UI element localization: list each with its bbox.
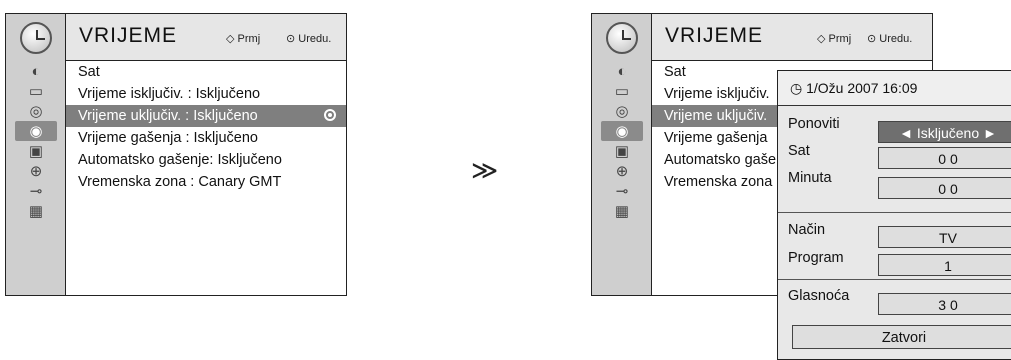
monitor-icon[interactable]: ▭ xyxy=(601,81,643,101)
right-header: VRIJEME ◇ Prmj ⊙ Uredu. xyxy=(652,14,932,61)
move-arrows-icon: ◇ xyxy=(226,33,235,45)
left-sidebar: ◐ ▭ ◎ ◉ ▣ ⊕ ⊸ ▦ xyxy=(6,14,66,295)
picture-icon[interactable]: ◐ xyxy=(601,61,643,81)
field-minute-label: Minuta xyxy=(788,170,832,186)
move-arrows-icon: ◇ xyxy=(817,33,826,45)
popup-datetime: ◷ 1/Ožu 2007 16:09 xyxy=(778,71,1011,106)
option-icon[interactable]: ▣ xyxy=(15,141,57,161)
field-hour: Sat 0 0 xyxy=(778,140,1011,169)
field-program: Program 1 xyxy=(778,247,1011,276)
left-menu-screen: ◐ ▭ ◎ ◉ ▣ ⊕ ⊸ ▦ VRIJEME ◇ Prmj ⊙ Uredu. … xyxy=(5,13,347,296)
menu-item-sat[interactable]: Sat xyxy=(66,61,346,83)
input-icon[interactable]: ⊸ xyxy=(15,181,57,201)
minute-input[interactable]: 0 0 xyxy=(878,177,1011,199)
ok-icon: ⊙ xyxy=(867,33,877,45)
field-hour-label: Sat xyxy=(788,143,810,159)
field-minute: Minuta 0 0 xyxy=(778,167,1011,199)
menu-item-sleep-time[interactable]: Vrijeme gašenja : Isključeno xyxy=(66,127,346,149)
left-header: VRIJEME ◇ Prmj ⊙ Uredu. xyxy=(66,14,346,61)
clock-header-icon xyxy=(592,14,651,61)
mode-input[interactable]: TV xyxy=(878,226,1011,248)
move-hint-label: Prmj xyxy=(828,33,852,45)
divider xyxy=(778,279,1011,280)
program-input[interactable]: 1 xyxy=(878,254,1011,276)
move-hint: ◇ Prmj xyxy=(817,32,851,45)
left-time-menu: Sat Vrijeme isključiv. : Isključeno Vrij… xyxy=(66,61,346,295)
page-title: VRIJEME xyxy=(665,24,764,47)
datetime-label: 1/Ožu 2007 16:09 xyxy=(806,80,918,96)
picture-icon[interactable]: ◐ xyxy=(15,61,57,81)
enter-icon xyxy=(324,109,336,121)
lock-icon[interactable]: ⊕ xyxy=(601,161,643,181)
time-icon[interactable]: ◉ xyxy=(15,121,57,141)
close-button[interactable]: Zatvori xyxy=(792,325,1011,349)
volume-input[interactable]: 3 0 xyxy=(878,293,1011,315)
menu-item-on-time[interactable]: Vrijeme uključiv. : Isključeno xyxy=(66,105,346,127)
ok-hint-label: Uredu. xyxy=(298,33,332,45)
move-hint: ◇ Prmj xyxy=(226,32,260,45)
audio-icon[interactable]: ◎ xyxy=(601,101,643,121)
field-volume: Glasnoća 3 0 xyxy=(778,285,1011,315)
usb-icon[interactable]: ▦ xyxy=(601,201,643,221)
clock-icon: ◷ xyxy=(790,80,803,96)
clock-header-icon xyxy=(6,14,65,61)
right-sidebar: ◐ ▭ ◎ ◉ ▣ ⊕ ⊸ ▦ xyxy=(592,14,652,295)
field-mode: Način TV xyxy=(778,219,1011,248)
transition-arrow: ≫ xyxy=(471,155,499,185)
input-icon[interactable]: ⊸ xyxy=(601,181,643,201)
page-title: VRIJEME xyxy=(79,24,178,47)
field-repeat-label: Ponoviti xyxy=(788,116,840,132)
field-program-label: Program xyxy=(788,250,844,266)
option-icon[interactable]: ▣ xyxy=(601,141,643,161)
menu-item-time-zone[interactable]: Vremenska zona : Canary GMT xyxy=(66,171,346,193)
time-icon[interactable]: ◉ xyxy=(601,121,643,141)
field-repeat: Ponoviti ◄ Isključeno ► xyxy=(778,113,1011,143)
ok-hint-label: Uredu. xyxy=(879,33,913,45)
ok-hint: ⊙ Uredu. xyxy=(286,32,331,45)
move-hint-label: Prmj xyxy=(237,33,261,45)
audio-icon[interactable]: ◎ xyxy=(15,101,57,121)
hour-input[interactable]: 0 0 xyxy=(878,147,1011,169)
menu-item-auto-off[interactable]: Automatsko gašenje: Isključeno xyxy=(66,149,346,171)
field-volume-label: Glasnoća xyxy=(788,288,850,304)
monitor-icon[interactable]: ▭ xyxy=(15,81,57,101)
lock-icon[interactable]: ⊕ xyxy=(15,161,57,181)
ok-hint: ⊙ Uredu. xyxy=(867,32,912,45)
usb-icon[interactable]: ▦ xyxy=(15,201,57,221)
on-time-popup: ◷ 1/Ožu 2007 16:09 Ponoviti ◄ Isključeno… xyxy=(777,70,1011,360)
field-mode-label: Način xyxy=(788,222,826,238)
menu-item-on-time-label: Vrijeme uključiv. : Isključeno xyxy=(78,108,258,124)
divider xyxy=(778,212,1011,213)
ok-icon: ⊙ xyxy=(286,33,296,45)
menu-item-off-time[interactable]: Vrijeme isključiv. : Isključeno xyxy=(66,83,346,105)
